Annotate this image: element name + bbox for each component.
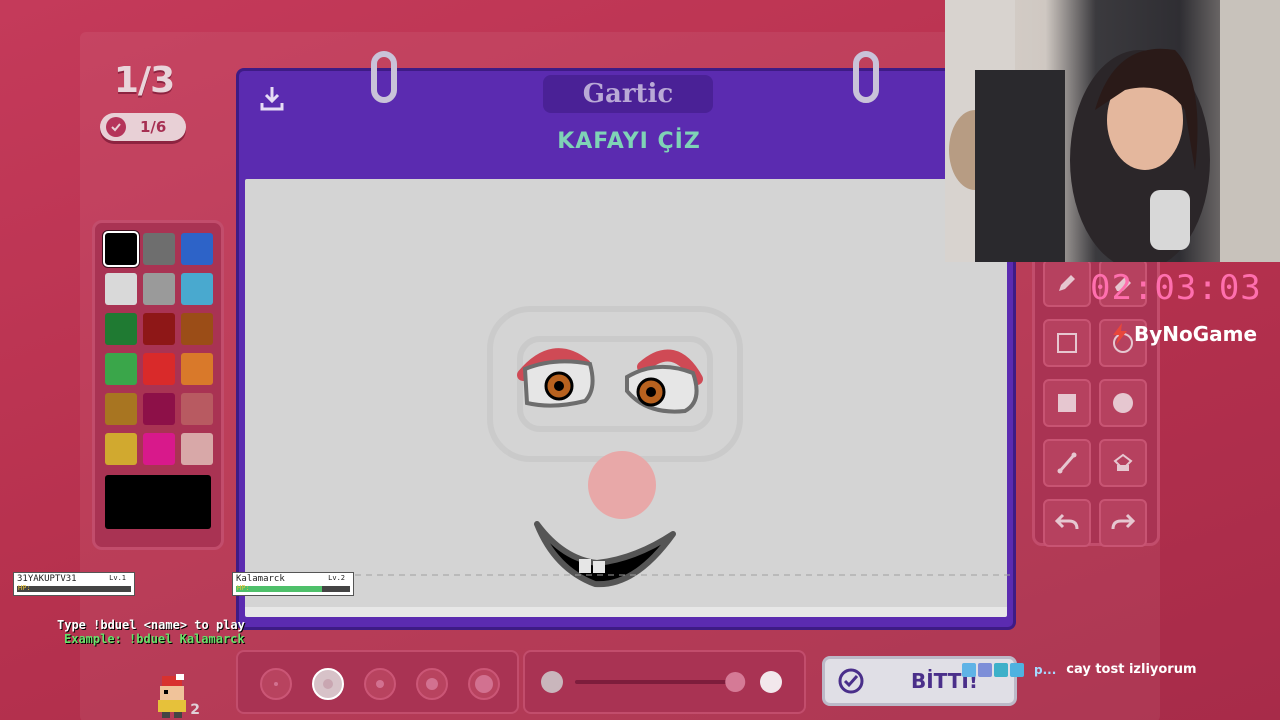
duel-player-card-1: 31YAKUPTV31 Lv.1 HP:	[13, 572, 135, 596]
duel-example: Example: !bduel Kalamarck	[64, 632, 245, 646]
color-swatch[interactable]	[143, 313, 175, 345]
rectangle-outline-tool[interactable]	[1043, 319, 1091, 367]
player-level: Lv.2	[328, 574, 345, 582]
player-name: Kalamarck	[236, 574, 285, 584]
ellipse-filled-icon	[1113, 393, 1133, 413]
color-swatch[interactable]	[105, 273, 137, 305]
chat-message: p... cay tost izliyorum	[962, 662, 1197, 677]
download-icon[interactable]	[257, 83, 287, 113]
check-circle-icon	[838, 668, 864, 694]
color-swatch[interactable]	[105, 433, 137, 465]
board-header: Gartic KAFAYI ÇİZ	[236, 51, 1016, 178]
duel-sprite: 2	[152, 672, 200, 718]
binder-ring-left	[371, 51, 397, 103]
hp-label: HP:	[18, 584, 31, 592]
task-title: KAFAYI ÇİZ	[557, 129, 701, 154]
duel-player-card-2: Kalamarck Lv.2 HP:	[232, 572, 354, 596]
color-swatch[interactable]	[181, 393, 213, 425]
undo-tool[interactable]	[1043, 499, 1091, 547]
pencil-icon	[1059, 275, 1075, 291]
nose	[588, 451, 656, 519]
stream-timer: 02:03:03	[1090, 268, 1262, 308]
rectangle-filled-icon	[1058, 394, 1076, 412]
color-swatch[interactable]	[105, 313, 137, 345]
hp-bar	[17, 586, 131, 592]
guess-counter-badge: 1/6	[100, 113, 186, 141]
color-swatch[interactable]	[103, 231, 139, 267]
fill-bucket-icon	[1113, 453, 1133, 471]
color-swatch[interactable]	[143, 433, 175, 465]
rectangle-outline-icon	[1057, 333, 1077, 353]
brush-size-1[interactable]	[260, 668, 292, 700]
color-swatch[interactable]	[143, 273, 175, 305]
sprite-count: 2	[190, 702, 200, 718]
color-swatch[interactable]	[181, 313, 213, 345]
pencil-tool[interactable]	[1043, 259, 1091, 307]
line-icon	[1057, 452, 1077, 474]
player-name: 31YAKUPTV31	[17, 574, 77, 584]
chat-username: p...	[1034, 662, 1057, 677]
hp-label: HP:	[237, 584, 250, 592]
sponsor-name: ByNoGame	[1134, 322, 1258, 346]
canvas-frame	[236, 175, 1016, 630]
brand-logo: Gartic	[543, 75, 713, 113]
redo-tool[interactable]	[1099, 499, 1147, 547]
opacity-slider[interactable]	[523, 650, 806, 714]
hp-bar	[236, 586, 350, 592]
color-swatch[interactable]	[181, 273, 213, 305]
color-swatch[interactable]	[105, 393, 137, 425]
color-swatch[interactable]	[105, 353, 137, 385]
undo-icon	[1055, 513, 1079, 530]
duel-instruction: Type !bduel <name> to play	[57, 618, 245, 632]
current-color-preview	[105, 475, 211, 529]
brush-size-5[interactable]	[468, 668, 500, 700]
color-palette	[92, 220, 224, 550]
redo-icon	[1111, 513, 1135, 530]
chat-text: cay tost izliyorum	[1066, 662, 1197, 677]
ellipse-filled-tool[interactable]	[1099, 379, 1147, 427]
color-swatch[interactable]	[143, 233, 175, 265]
line-tool[interactable]	[1043, 439, 1091, 487]
brush-size-4[interactable]	[416, 668, 448, 700]
color-swatch[interactable]	[181, 433, 213, 465]
round-counter: 1/3	[113, 60, 175, 101]
color-swatch[interactable]	[181, 233, 213, 265]
color-swatches	[103, 231, 221, 465]
opacity-handle	[725, 672, 746, 692]
binder-ring-right	[853, 51, 879, 103]
brush-size-2[interactable]	[312, 668, 344, 700]
check-icon	[106, 117, 126, 137]
color-swatch[interactable]	[181, 353, 213, 385]
guess-counter: 1/6	[140, 118, 167, 136]
drawing-canvas[interactable]	[245, 179, 1011, 617]
color-swatch[interactable]	[143, 393, 175, 425]
player-level: Lv.1	[109, 574, 126, 582]
rectangle-filled-tool[interactable]	[1043, 379, 1091, 427]
sponsor-logo: ByNoGame	[1110, 322, 1257, 346]
color-swatch[interactable]	[143, 353, 175, 385]
fill-bucket-tool[interactable]	[1099, 439, 1147, 487]
brush-size-selector	[236, 650, 519, 714]
bynogame-icon	[1113, 323, 1127, 345]
webcam-overlay	[945, 0, 1280, 262]
chat-badges	[962, 662, 1024, 677]
brush-size-3[interactable]	[364, 668, 396, 700]
